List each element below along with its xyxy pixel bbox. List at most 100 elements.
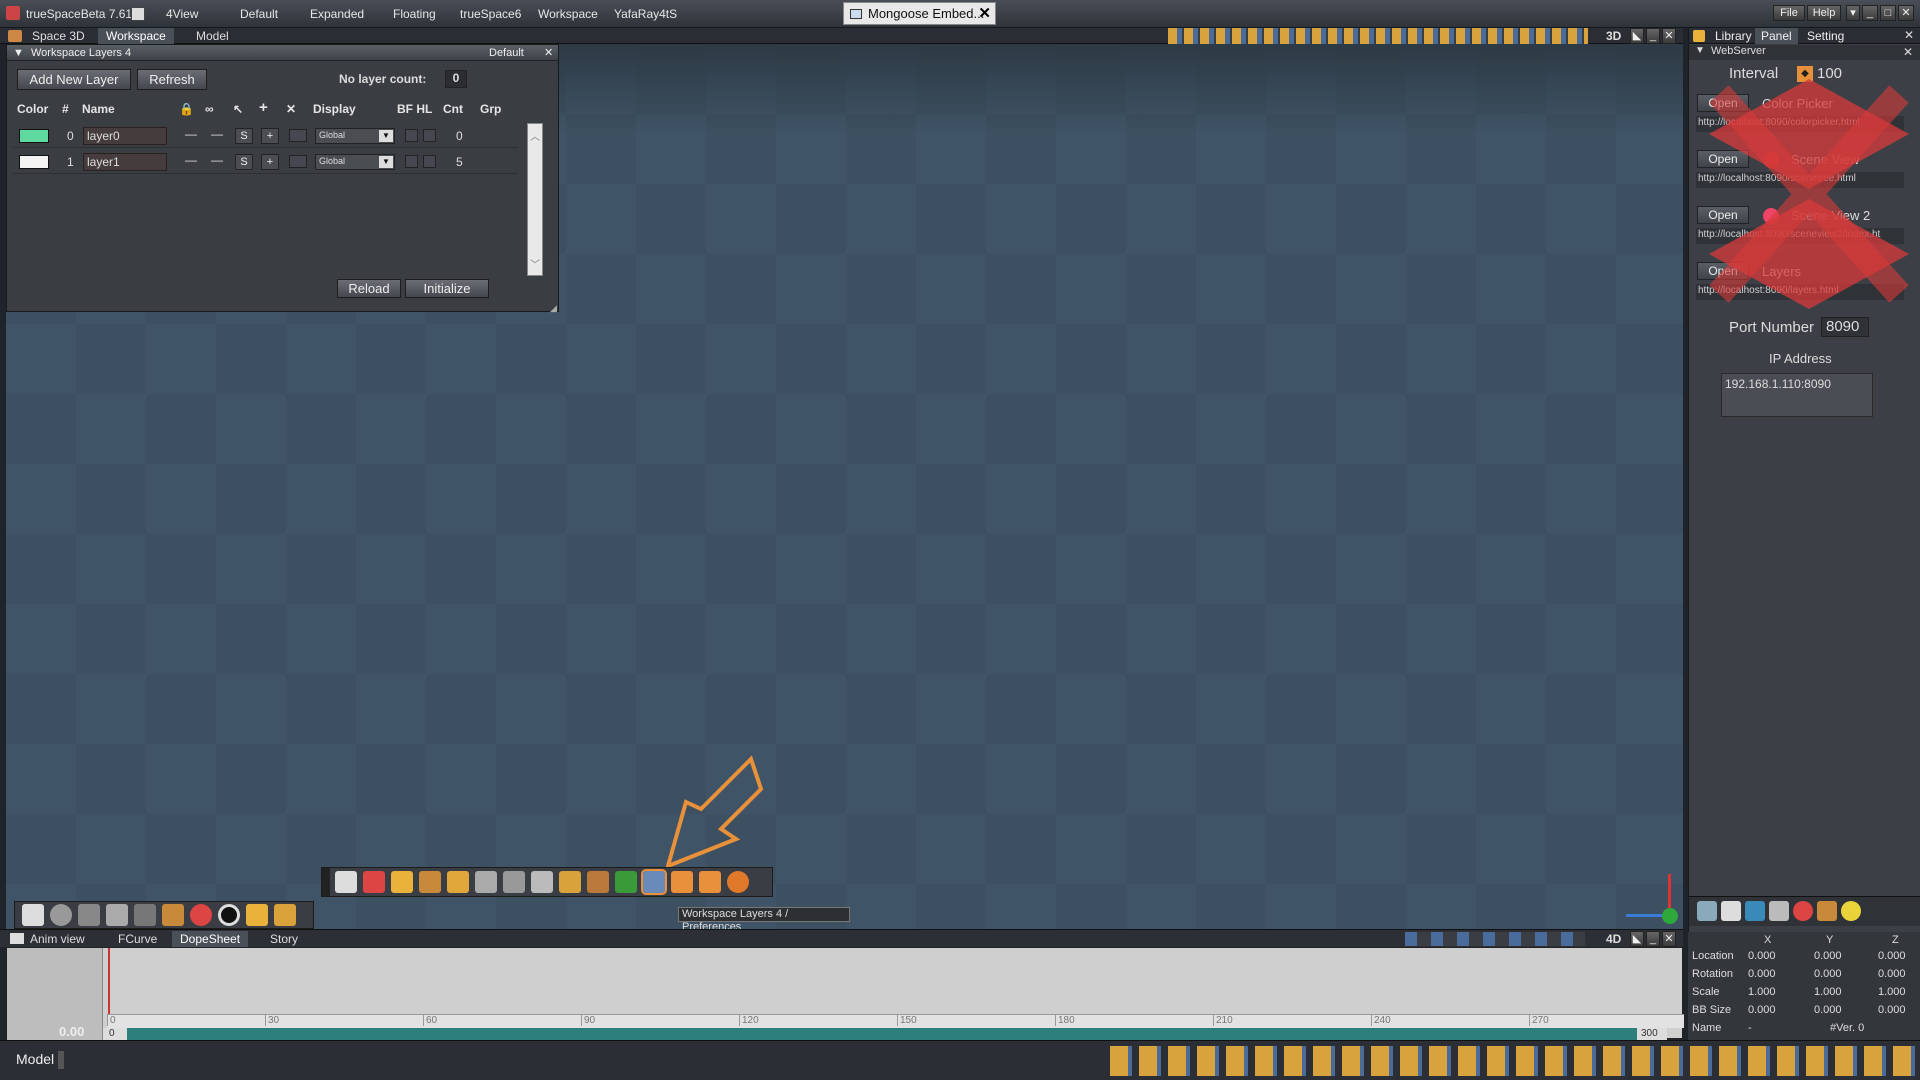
- bbsize-x[interactable]: 0.000: [1748, 1004, 1776, 1016]
- spinner-icon[interactable]: ◆: [1797, 66, 1813, 82]
- close-icon[interactable]: ✕: [978, 4, 991, 22]
- menu-dropdown-icon[interactable]: [131, 7, 145, 21]
- tab-space3d[interactable]: Space 3D: [24, 28, 93, 44]
- frame-icon[interactable]: [587, 871, 609, 893]
- add-to-layer-button[interactable]: +: [261, 154, 279, 170]
- mode-3d-label[interactable]: 3D: [1598, 28, 1629, 44]
- interval-value[interactable]: 100: [1817, 65, 1842, 82]
- tab-library[interactable]: Library: [1709, 28, 1758, 44]
- name-value[interactable]: -: [1748, 1022, 1752, 1034]
- open-scene-view-2-button[interactable]: Open: [1697, 206, 1749, 224]
- box-icon[interactable]: [274, 904, 296, 926]
- menu-truespace6[interactable]: trueSpace6: [460, 7, 521, 21]
- solo-button[interactable]: S: [235, 128, 253, 144]
- gear-icon[interactable]: [447, 871, 469, 893]
- tab-workspace[interactable]: Workspace: [98, 28, 174, 44]
- add-new-layer-button[interactable]: Add New Layer: [17, 69, 131, 90]
- link-icon[interactable]: [419, 871, 441, 893]
- scroll-up-icon[interactable]: ︿: [530, 128, 540, 143]
- chevron-down-icon[interactable]: ▼: [379, 130, 393, 142]
- file-menu-button[interactable]: File: [1773, 5, 1805, 21]
- water-icon[interactable]: [1745, 901, 1765, 921]
- toolbar-grip-icon[interactable]: [322, 868, 330, 896]
- layer-color-swatch[interactable]: [19, 155, 49, 169]
- tab-anim-view[interactable]: Anim view: [22, 931, 93, 947]
- collapse-icon[interactable]: ▼: [1695, 45, 1705, 56]
- timeline-range-bar[interactable]: [127, 1028, 1637, 1040]
- select-icon[interactable]: [22, 904, 44, 926]
- layers-scrollbar[interactable]: ︿ ﹀: [527, 123, 543, 276]
- torus-icon[interactable]: [218, 904, 240, 926]
- preset-label[interactable]: Default: [489, 45, 524, 61]
- monitor-icon[interactable]: [1721, 901, 1741, 921]
- link-toggle[interactable]: —: [211, 127, 223, 141]
- reload-button[interactable]: Reload: [337, 279, 401, 298]
- mode-grip[interactable]: [58, 1051, 64, 1069]
- tab-panel[interactable]: Panel: [1755, 28, 1798, 44]
- anim-corner-icon[interactable]: ◣: [1630, 931, 1644, 947]
- refresh-button[interactable]: Refresh: [137, 69, 207, 90]
- section-close-icon[interactable]: ✕: [1903, 45, 1913, 59]
- bf-checkbox[interactable]: [405, 155, 418, 168]
- tab-fcurve[interactable]: FCurve: [110, 931, 165, 947]
- curve-icon[interactable]: [475, 871, 497, 893]
- range-end[interactable]: 300: [1637, 1028, 1667, 1040]
- menu-workspace[interactable]: Workspace: [538, 7, 598, 21]
- lock-icon[interactable]: [559, 871, 581, 893]
- color-picker-url[interactable]: http://localhost:8090/colorpicker.html: [1696, 116, 1904, 132]
- hl-checkbox[interactable]: [423, 155, 436, 168]
- layer-row[interactable]: 0 layer0 — — S + Global ▼ 0: [13, 124, 518, 148]
- material-icon[interactable]: [190, 904, 212, 926]
- plane-icon[interactable]: [106, 904, 128, 926]
- corner-icon[interactable]: ◣: [1630, 28, 1644, 44]
- bf-checkbox[interactable]: [405, 129, 418, 142]
- menu-floating[interactable]: Floating: [393, 7, 436, 21]
- tab-setting[interactable]: Setting: [1801, 28, 1850, 44]
- layers-url[interactable]: http://localhost:8090/layers.html: [1696, 284, 1904, 300]
- fk-icon[interactable]: [671, 871, 693, 893]
- rotation-x[interactable]: 0.000: [1748, 968, 1776, 980]
- layer-name-field[interactable]: layer1: [83, 153, 167, 171]
- hl-checkbox[interactable]: [423, 129, 436, 142]
- mode-4d-label[interactable]: 4D: [1598, 931, 1629, 947]
- maximize-icon[interactable]: □: [1880, 5, 1896, 21]
- mongoose-window-tab[interactable]: Mongoose Embed... ✕: [843, 2, 996, 25]
- p-icon[interactable]: [503, 871, 525, 893]
- wand-icon[interactable]: [246, 904, 268, 926]
- scale-y[interactable]: 1.000: [1814, 986, 1842, 998]
- playback-controls[interactable]: [1405, 932, 1585, 946]
- menu-yafaray[interactable]: YafaRay4tS: [614, 7, 677, 21]
- settings-icon[interactable]: [727, 871, 749, 893]
- ramp-icon[interactable]: [162, 904, 184, 926]
- initialize-button[interactable]: Initialize: [405, 279, 489, 298]
- panel-close-icon[interactable]: ✕: [544, 45, 553, 61]
- lock-toggle[interactable]: —: [185, 127, 197, 141]
- delete-layer-box[interactable]: [289, 129, 307, 142]
- collapse-icon[interactable]: ▼: [13, 45, 24, 61]
- crate-icon[interactable]: [1817, 901, 1837, 921]
- right-panel-close-icon[interactable]: ✕: [1904, 28, 1914, 42]
- pe-icon[interactable]: [699, 871, 721, 893]
- scale-x[interactable]: 1.000: [1748, 986, 1776, 998]
- layer-name-field[interactable]: layer0: [83, 127, 167, 145]
- palette-icon[interactable]: [1793, 901, 1813, 921]
- bbsize-y[interactable]: 0.000: [1814, 1004, 1842, 1016]
- view-close-icon[interactable]: ✕: [1662, 28, 1676, 44]
- link-toggle[interactable]: —: [211, 153, 223, 167]
- solo-button[interactable]: S: [235, 154, 253, 170]
- display-select[interactable]: Global ▼: [315, 154, 395, 170]
- location-z[interactable]: 0.000: [1878, 950, 1906, 962]
- display-select[interactable]: Global ▼: [315, 128, 395, 144]
- grid-icon[interactable]: [1697, 901, 1717, 921]
- stamp-icon[interactable]: [1769, 901, 1789, 921]
- layer-color-swatch[interactable]: [19, 129, 49, 143]
- tab-model[interactable]: Model: [188, 28, 237, 44]
- menu-4view[interactable]: 4View: [166, 7, 198, 21]
- magnet-icon[interactable]: [363, 871, 385, 893]
- scene-view-url[interactable]: http://localhost:8090/scenetree.html: [1696, 172, 1904, 188]
- time-cursor[interactable]: [108, 948, 110, 1014]
- scroll-down-icon[interactable]: ﹀: [530, 256, 540, 271]
- menu-default[interactable]: Default: [240, 7, 278, 21]
- globe-icon[interactable]: [615, 871, 637, 893]
- paint-icon[interactable]: [391, 871, 413, 893]
